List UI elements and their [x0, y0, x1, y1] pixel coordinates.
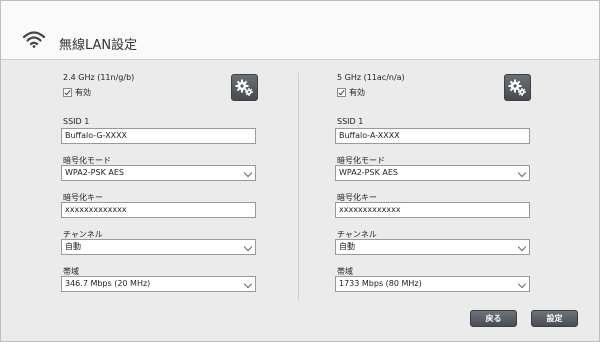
channel-select-5ghz[interactable]: 自動 [335, 239, 530, 255]
encryption-value-5ghz: WPA2-PSK AES [339, 168, 398, 177]
encryption-select-5ghz[interactable]: WPA2-PSK AES [335, 165, 530, 181]
channel-select-24ghz[interactable]: 自動 [61, 239, 256, 255]
gears-icon [235, 79, 253, 96]
wireless-lan-settings-window: 無線LAN設定 2.4 GHz (11n/g/b) 有効 SSID 1 Buff… [0, 0, 600, 342]
bandwidth-select-5ghz[interactable]: 1733 Mbps (80 MHz) [335, 276, 530, 292]
advanced-settings-button-5ghz[interactable] [504, 74, 531, 101]
ssid-label-5ghz: SSID 1 [337, 117, 364, 126]
enable-checkbox-24ghz[interactable] [63, 88, 72, 97]
encryption-value-24ghz: WPA2-PSK AES [65, 168, 124, 177]
band-label-24ghz: 2.4 GHz (11n/g/b) [63, 73, 135, 82]
chevron-down-icon [243, 242, 253, 252]
band-label-5ghz: 5 GHz (11ac/n/a) [337, 73, 405, 82]
enable-label-5ghz: 有効 [349, 88, 365, 97]
bandwidth-select-24ghz[interactable]: 346.7 Mbps (20 MHz) [61, 276, 256, 292]
apply-button[interactable]: 設定 [531, 310, 578, 327]
key-input-24ghz[interactable]: xxxxxxxxxxxxx [61, 202, 256, 218]
back-button[interactable]: 戻る [470, 310, 517, 327]
ssid-input-24ghz[interactable]: Buffalo-G-XXXX [61, 128, 256, 144]
advanced-settings-button-24ghz[interactable] [231, 74, 258, 101]
channel-value-5ghz: 自動 [339, 242, 355, 251]
channel-value-24ghz: 自動 [65, 242, 81, 251]
ssid-label-24ghz: SSID 1 [63, 117, 90, 126]
page-title: 無線LAN設定 [59, 38, 138, 53]
ssid-input-5ghz[interactable]: Buffalo-A-XXXX [335, 128, 530, 144]
enable-row-5ghz: 有効 [337, 87, 365, 98]
enable-checkbox-5ghz[interactable] [337, 88, 346, 97]
encryption-select-24ghz[interactable]: WPA2-PSK AES [61, 165, 256, 181]
enable-row-24ghz: 有効 [63, 87, 91, 98]
chevron-down-icon [517, 242, 527, 252]
enable-label-24ghz: 有効 [75, 88, 91, 97]
gears-icon [508, 79, 526, 96]
chevron-down-icon [517, 168, 527, 178]
wifi-icon [23, 31, 45, 48]
key-input-5ghz[interactable]: xxxxxxxxxxxxx [335, 202, 530, 218]
bandwidth-value-24ghz: 346.7 Mbps (20 MHz) [65, 279, 151, 288]
bandwidth-value-5ghz: 1733 Mbps (80 MHz) [339, 279, 422, 288]
header: 無線LAN設定 [1, 1, 599, 60]
panel-divider [298, 73, 299, 301]
chevron-down-icon [243, 279, 253, 289]
chevron-down-icon [517, 279, 527, 289]
chevron-down-icon [243, 168, 253, 178]
